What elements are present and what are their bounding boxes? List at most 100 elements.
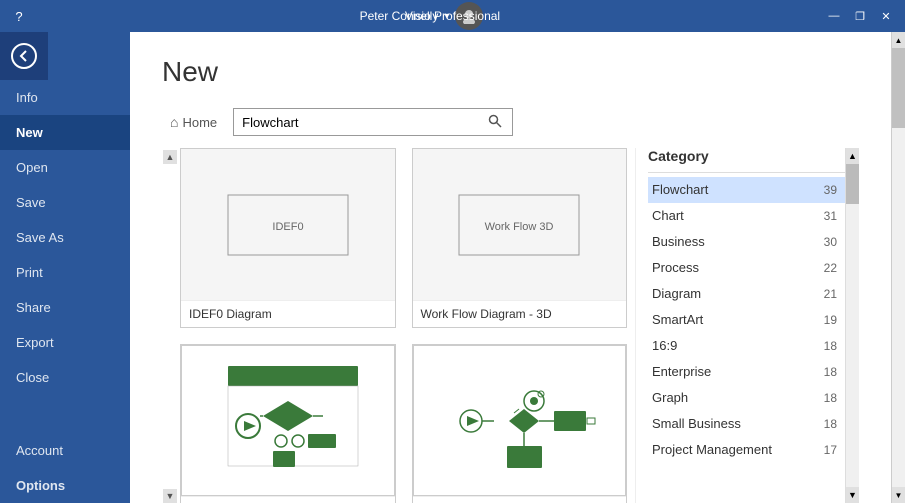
main-panels: ▲ ▼ IDEF0 IDEF0 Diagram — [130, 148, 891, 503]
sidebar-item-share[interactable]: Share — [0, 290, 130, 325]
template-label-workflow3d: Work Flow Diagram - 3D — [413, 300, 627, 327]
category-item-small-business[interactable]: Small Business 18 — [648, 411, 845, 437]
content-header: New — [130, 32, 891, 100]
back-button[interactable] — [0, 32, 48, 80]
category-header: Category — [648, 148, 845, 173]
category-count-enterprise: 18 — [824, 365, 837, 379]
template-card-sharepoint2010[interactable]: Microsoft SharePoint 2010 Work... — [412, 344, 628, 503]
category-list: Flowchart 39 Chart 31 Business 30 Proces… — [648, 177, 845, 503]
template-thumb-sharepoint2010 — [413, 345, 627, 496]
search-input-wrap — [233, 108, 513, 136]
category-item-chart[interactable]: Chart 31 — [648, 203, 845, 229]
template-card-sharepoint2013[interactable]: Microsoft SharePoint 2013 Work... — [180, 344, 396, 503]
category-item-diagram[interactable]: Diagram 21 — [648, 281, 845, 307]
category-name-business: Business — [652, 234, 705, 249]
category-item-business[interactable]: Business 30 — [648, 229, 845, 255]
category-panel: Category Flowchart 39 Chart 31 Business … — [635, 148, 845, 503]
category-count-diagram: 21 — [824, 287, 837, 301]
home-button[interactable]: ⌂ Home — [162, 110, 225, 134]
sidebar-item-new[interactable]: New — [0, 115, 130, 150]
category-count-business: 30 — [824, 235, 837, 249]
category-name-small-business: Small Business — [652, 416, 741, 431]
category-name-process: Process — [652, 260, 699, 275]
sidebar-item-save[interactable]: Save — [0, 185, 130, 220]
category-count-169: 18 — [824, 339, 837, 353]
category-count-graph: 18 — [824, 391, 837, 405]
main-content: New ⌂ Home ▲ — [130, 32, 891, 503]
app-title: Visio Professional — [405, 9, 500, 23]
category-name-169: 16:9 — [652, 338, 677, 353]
category-count-small-business: 18 — [824, 417, 837, 431]
app-scroll-down[interactable]: ▼ — [892, 487, 905, 503]
templates-area: IDEF0 IDEF0 Diagram Work Flow 3D — [180, 148, 635, 503]
sidebar-item-print[interactable]: Print — [0, 255, 130, 290]
template-card-idef0[interactable]: IDEF0 IDEF0 Diagram — [180, 148, 396, 328]
category-name-diagram: Diagram — [652, 286, 701, 301]
category-count-process: 22 — [824, 261, 837, 275]
category-item-169[interactable]: 16:9 18 — [648, 333, 845, 359]
category-name-graph: Graph — [652, 390, 688, 405]
sidebar: Info New Open Save Save As Print Share E… — [0, 32, 130, 503]
category-name-chart: Chart — [652, 208, 684, 223]
category-name-flowchart: Flowchart — [652, 182, 708, 197]
template-label-idef0: IDEF0 Diagram — [181, 300, 395, 327]
title-bar: ? Visio Professional Peter Connelly ▾ — … — [0, 0, 905, 32]
category-name-smartart: SmartArt — [652, 312, 703, 327]
svg-text:IDEF0: IDEF0 — [272, 221, 303, 233]
window-controls: — ❐ ✕ — [823, 5, 897, 27]
scroll-down-arrow[interactable]: ▼ — [163, 489, 177, 503]
app-scroll-thumb[interactable] — [892, 48, 905, 128]
category-item-graph[interactable]: Graph 18 — [648, 385, 845, 411]
template-card-workflow3d[interactable]: Work Flow 3D Work Flow Diagram - 3D — [412, 148, 628, 328]
back-icon — [11, 43, 37, 69]
scroll-up-arrow[interactable]: ▲ — [163, 150, 177, 164]
category-item-process[interactable]: Process 22 — [648, 255, 845, 281]
template-thumb-idef0: IDEF0 — [181, 149, 395, 300]
category-item-smartart[interactable]: SmartArt 19 — [648, 307, 845, 333]
category-item-project-management[interactable]: Project Management 17 — [648, 437, 845, 463]
category-scrollbar: ▲ ▼ — [845, 148, 859, 503]
template-thumb-sharepoint2013 — [181, 345, 395, 496]
page-title: New — [162, 56, 859, 88]
category-scroll-up[interactable]: ▲ — [846, 148, 859, 164]
sidebar-item-account[interactable]: Account — [0, 433, 130, 468]
category-count-smartart: 19 — [824, 313, 837, 327]
sidebar-item-save-as[interactable]: Save As — [0, 220, 130, 255]
app-scroll-up[interactable]: ▲ — [892, 32, 905, 48]
category-scroll-thumb[interactable] — [846, 164, 859, 204]
category-scroll-down[interactable]: ▼ — [846, 487, 859, 503]
minimize-button[interactable]: — — [823, 5, 845, 27]
template-label-sharepoint2013: Microsoft SharePoint 2013 Work... — [181, 496, 395, 503]
templates-grid: IDEF0 IDEF0 Diagram Work Flow 3D — [180, 148, 627, 503]
category-count-flowchart: 39 — [824, 183, 837, 197]
sidebar-nav: Info New Open Save Save As Print Share E… — [0, 80, 130, 503]
sidebar-item-options[interactable]: Options — [0, 468, 130, 503]
sidebar-item-info[interactable]: Info — [0, 80, 130, 115]
svg-text:Work Flow 3D: Work Flow 3D — [485, 221, 554, 233]
sidebar-item-close[interactable]: Close — [0, 360, 130, 395]
app-scrollbar: ▲ ▼ — [891, 32, 905, 503]
home-label: Home — [182, 115, 217, 130]
category-item-enterprise[interactable]: Enterprise 18 — [648, 359, 845, 385]
template-label-sharepoint2010: Microsoft SharePoint 2010 Work... — [413, 496, 627, 503]
category-item-flowchart[interactable]: Flowchart 39 — [648, 177, 845, 203]
home-icon: ⌂ — [170, 114, 178, 130]
help-button[interactable]: ? — [8, 5, 30, 27]
sidebar-item-export[interactable]: Export — [0, 325, 130, 360]
search-bar: ⌂ Home — [130, 100, 891, 148]
app-container: Info New Open Save Save As Print Share E… — [0, 32, 905, 503]
category-count-project-management: 17 — [824, 443, 837, 457]
close-button[interactable]: ✕ — [875, 5, 897, 27]
search-icon — [488, 114, 502, 128]
category-name-project-management: Project Management — [652, 442, 772, 457]
category-name-enterprise: Enterprise — [652, 364, 711, 379]
category-scroll-track — [846, 164, 859, 487]
templates-scroll-arrows: ▲ ▼ — [162, 150, 178, 503]
sidebar-item-open[interactable]: Open — [0, 150, 130, 185]
category-count-chart: 31 — [824, 209, 837, 223]
restore-button[interactable]: ❐ — [849, 5, 871, 27]
search-button[interactable] — [486, 114, 504, 131]
app-scroll-track — [892, 48, 905, 487]
search-input[interactable] — [242, 115, 486, 130]
template-thumb-workflow3d: Work Flow 3D — [413, 149, 627, 300]
